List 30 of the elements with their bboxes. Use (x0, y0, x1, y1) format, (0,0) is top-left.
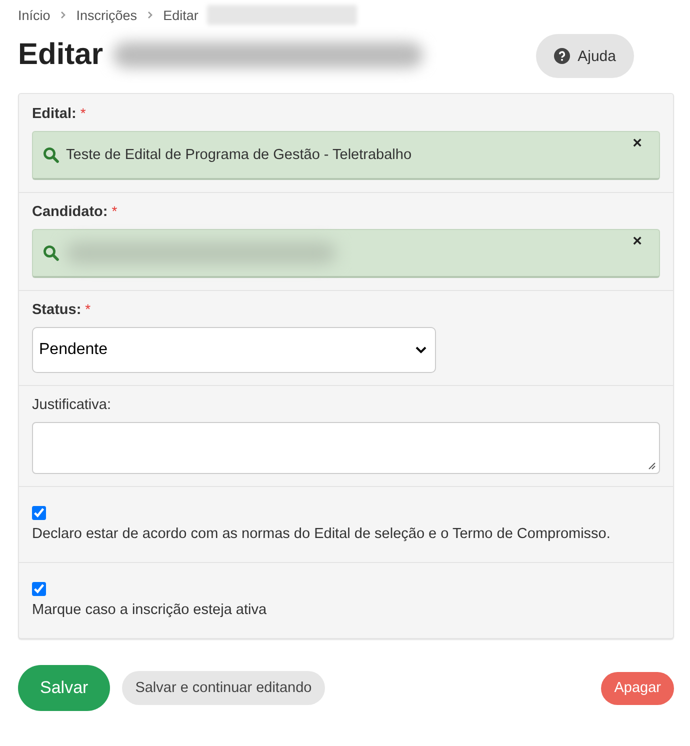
required-mark: * (112, 204, 118, 218)
breadcrumb-link[interactable]: Início (18, 8, 50, 22)
help-icon (554, 48, 570, 64)
required-mark: * (85, 302, 91, 316)
search-icon (43, 147, 59, 163)
chevron-down-icon (415, 346, 427, 354)
checkbox-label: Marque caso a inscrição esteja ativa (32, 602, 268, 618)
required-mark: * (80, 106, 86, 120)
page-title: Editar (18, 38, 104, 72)
justification-field[interactable] (32, 422, 660, 474)
clear-button[interactable]: × (632, 135, 642, 153)
status-select[interactable]: Pendente (32, 327, 436, 373)
clear-button[interactable]: × (632, 233, 642, 251)
breadcrumb-link[interactable]: Editar (163, 8, 198, 22)
lookup-field[interactable]: Teste de Edital de Programa de Gestão - Teletrabalho × (32, 131, 660, 180)
chevron-icon (59, 11, 68, 19)
save-continue-button[interactable]: Salvar e continuar editando (122, 671, 325, 705)
resize-grip-icon[interactable] (648, 462, 656, 470)
checkbox[interactable] (32, 582, 46, 596)
breadcrumb-link[interactable]: Inscrições (76, 8, 138, 22)
search-icon (43, 245, 59, 261)
field-label: Edital: (32, 106, 76, 122)
checkbox-label: Declaro estar de acordo com as normas do Edital de seleção e o Termo de Compromisso. (32, 526, 612, 542)
lookup-field[interactable]: × (32, 229, 660, 278)
field-label: Justificativa: (32, 397, 111, 413)
chevron-icon (146, 11, 154, 19)
field-label: Candidato: (32, 204, 108, 220)
help-button[interactable]: Ajuda (536, 34, 634, 78)
checkbox[interactable] (32, 506, 46, 520)
field-label: Status: (32, 302, 82, 318)
